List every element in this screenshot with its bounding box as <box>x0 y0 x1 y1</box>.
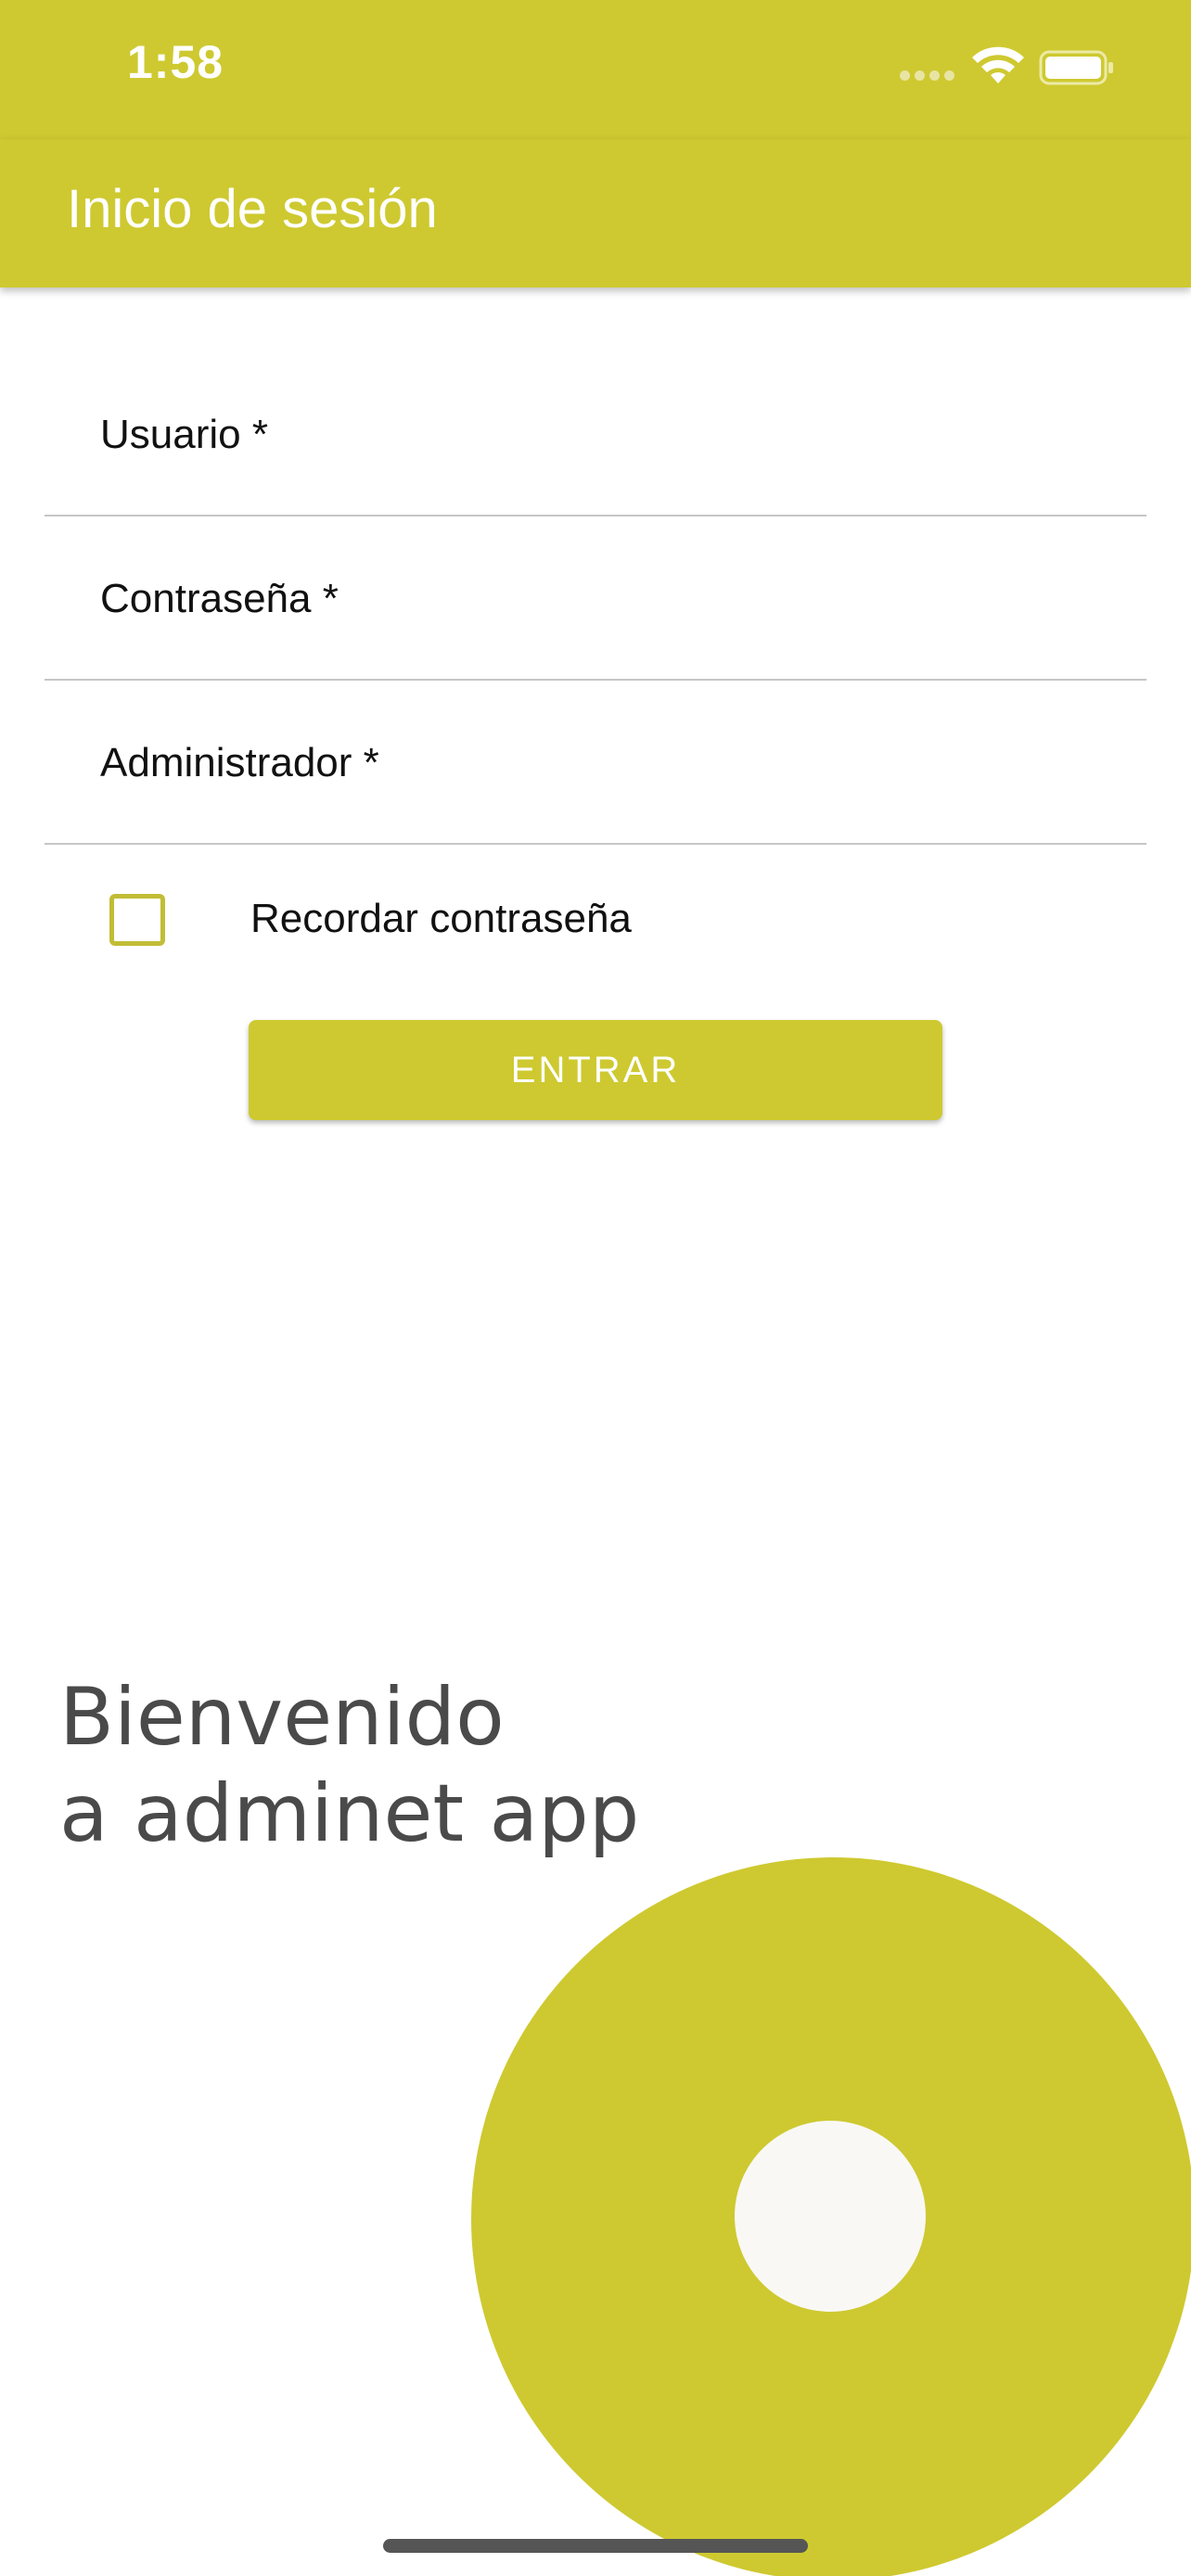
login-button[interactable]: ENTRAR <box>249 1020 942 1120</box>
status-bar: 1:58 <box>0 0 1191 139</box>
page-title: Inicio de sesión <box>67 179 438 239</box>
wifi-icon <box>972 46 1024 83</box>
remember-password-checkbox[interactable] <box>109 894 165 946</box>
password-input[interactable] <box>45 516 1146 679</box>
home-indicator[interactable] <box>383 2539 808 2553</box>
status-time: 1:58 <box>127 36 224 88</box>
username-input[interactable] <box>45 352 1146 515</box>
battery-icon <box>1039 50 1113 85</box>
username-field[interactable]: Usuario * <box>45 352 1146 516</box>
welcome-text: Bienvenido a adminet app <box>59 1669 639 1862</box>
app-bar: Inicio de sesión <box>0 139 1191 287</box>
decorative-circle-inner <box>735 2121 926 2312</box>
password-field[interactable]: Contraseña * <box>45 516 1146 681</box>
admin-field[interactable]: Administrador * <box>45 681 1146 845</box>
welcome-line-2: a adminet app <box>59 1767 640 1860</box>
cellular-signal-icon <box>900 70 957 82</box>
admin-input[interactable] <box>45 681 1146 843</box>
remember-password-label[interactable]: Recordar contraseña <box>250 896 632 942</box>
welcome-line-1: Bienvenido <box>59 1671 505 1764</box>
